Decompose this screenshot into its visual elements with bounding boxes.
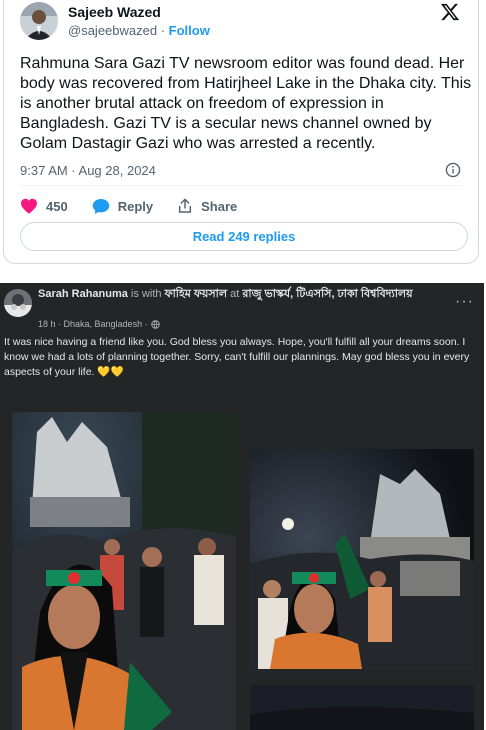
share-label: Share [201,198,238,214]
post-header: Sarah Rahanuma is with ফাহিম ফয়সাল at র… [38,287,438,301]
info-icon[interactable] [445,162,461,178]
post-body: It was nice having a friend like you. Go… [4,336,470,378]
follow-button[interactable]: Follow [169,23,210,38]
divider [20,185,462,186]
author-handle[interactable]: @sajeebwazed [68,23,157,38]
author-name[interactable]: Sajeeb Wazed [68,4,161,20]
like-count: 450 [46,198,68,214]
post-photo[interactable] [250,449,474,669]
avatar[interactable] [4,289,32,317]
separator-dot: · [157,23,169,38]
read-replies-button[interactable]: Read 249 replies [20,222,468,251]
post-photo[interactable] [12,412,236,730]
tweet-timestamp[interactable]: 9:37 AM · Aug 28, 2024 [20,163,156,178]
tagged-location[interactable]: রাজু ভাস্কর্য, টিএসসি, ঢাকা বিশ্ববিদ্যাল… [242,288,412,300]
at-text: at [227,288,243,300]
tweet-text: Rahmuna Sara Gazi TV newsroom editor was… [20,55,472,152]
tweet-card: Sajeeb Wazed @sajeebwazed · Follow Rahmu… [3,0,479,264]
post-time-location: 18 h · Dhaka, Bangladesh · [38,319,160,329]
facebook-post: Sarah Rahanuma is with ফাহিম ফয়সাল at র… [0,283,484,730]
share-icon [179,198,192,213]
time-location-text[interactable]: 18 h · Dhaka, Bangladesh · [38,319,148,329]
heart-icon [21,198,37,214]
globe-icon [150,319,160,329]
author-handle-row: @sajeebwazed · Follow [68,23,210,38]
more-options-button[interactable]: ··· [455,293,474,311]
tagged-person[interactable]: ফাহিম ফয়সাল [165,288,228,300]
tweet-actions: 450 Reply Share [20,196,261,216]
reply-button[interactable]: Reply [92,198,153,215]
reply-label: Reply [117,198,154,214]
post-photo[interactable] [250,685,474,730]
x-logo-icon[interactable] [440,2,460,22]
author-name[interactable]: Sarah Rahanuma [38,288,128,300]
is-with-text: is with [127,288,165,300]
avatar[interactable] [20,2,58,40]
share-button[interactable]: Share [177,198,237,214]
speech-bubble-icon [92,198,109,214]
like-button[interactable]: 450 [20,198,68,214]
